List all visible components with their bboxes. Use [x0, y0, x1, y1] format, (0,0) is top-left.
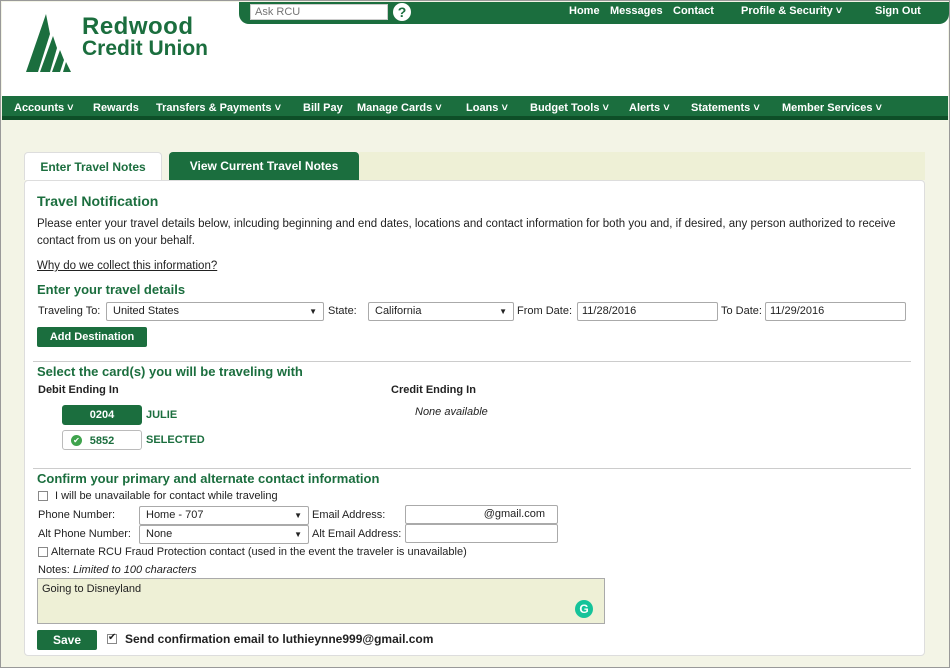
phone-value: Home - 707	[146, 509, 204, 521]
save-button[interactable]: Save	[37, 630, 97, 650]
dropdown-arrow-icon: ▼	[294, 511, 302, 520]
fraud-contact-checkbox[interactable]	[38, 547, 48, 557]
contact-heading: Confirm your primary and alternate conta…	[37, 471, 380, 486]
top-utility-bar: ? Home Messages Contact Profile & Securi…	[239, 2, 949, 24]
top-link-contact[interactable]: Contact	[673, 5, 714, 17]
tab-view-current-travel-notes[interactable]: View Current Travel Notes	[169, 152, 359, 180]
send-confirmation-label: Send confirmation email to luthieynne999…	[125, 632, 434, 646]
unavailable-checkbox[interactable]	[38, 491, 48, 501]
send-confirmation-checkbox[interactable]	[107, 632, 117, 644]
grammarly-icon[interactable]: G	[575, 600, 593, 618]
traveling-to-label: Traveling To:	[38, 305, 101, 317]
nav-bill-pay[interactable]: Bill Pay	[303, 102, 343, 114]
add-destination-button[interactable]: Add Destination	[37, 327, 147, 347]
travel-notes-panel: Travel Notification Please enter your tr…	[24, 180, 925, 656]
nav-member-services[interactable]: Member Services ˅	[782, 102, 882, 114]
unavailable-label: I will be unavailable for contact while …	[55, 490, 278, 502]
from-date-label: From Date:	[517, 305, 573, 317]
card-number: 5852	[89, 435, 115, 447]
credit-header: Credit Ending In	[391, 384, 476, 396]
dropdown-arrow-icon: ▼	[309, 307, 317, 316]
alt-phone-label: Alt Phone Number:	[38, 528, 131, 540]
nav-alerts[interactable]: Alerts ˅	[629, 102, 670, 114]
top-link-messages[interactable]: Messages	[610, 5, 663, 17]
nav-manage-cards[interactable]: Manage Cards ˅	[357, 102, 442, 114]
from-date-input[interactable]: 11/28/2016	[577, 302, 718, 321]
phone-select[interactable]: Home - 707 ▼	[139, 506, 309, 525]
divider	[33, 361, 911, 362]
notes-hint: Limited to 100 characters	[73, 564, 197, 576]
dropdown-arrow-icon: ▼	[294, 530, 302, 539]
brand-logo[interactable]: Redwood Credit Union	[26, 14, 236, 74]
brand-name-line2: Credit Union	[82, 37, 208, 60]
tab-enter-travel-notes[interactable]: Enter Travel Notes	[24, 152, 162, 180]
nav-rewards[interactable]: Rewards	[93, 102, 139, 114]
email-input[interactable]: @gmail.com	[405, 505, 558, 524]
why-collect-link[interactable]: Why do we collect this information?	[37, 260, 217, 272]
alt-email-input[interactable]	[405, 524, 558, 543]
divider	[33, 468, 911, 469]
app-frame: Redwood Credit Union ? Home Messages Con…	[0, 0, 950, 668]
alt-phone-select[interactable]: None ▼	[139, 525, 309, 544]
top-link-home[interactable]: Home	[569, 5, 600, 17]
nav-accounts[interactable]: Accounts ˅	[14, 102, 74, 114]
debit-card-0204[interactable]: 0204	[62, 405, 142, 425]
intro-text: Please enter your travel details below, …	[37, 218, 896, 247]
state-select[interactable]: California ▼	[368, 302, 514, 321]
page-title: Travel Notification	[37, 193, 159, 209]
credit-none-available: None available	[415, 406, 488, 418]
main-nav: Accounts ˅ Rewards Transfers & Payments …	[2, 96, 948, 120]
cards-heading: Select the card(s) you will be traveling…	[37, 364, 303, 379]
traveling-to-value: United States	[113, 305, 180, 317]
top-link-sign-out[interactable]: Sign Out	[875, 5, 921, 17]
to-date-input[interactable]: 11/29/2016	[765, 302, 906, 321]
brand-name-line1: Redwood	[82, 13, 194, 40]
nav-statements[interactable]: Statements ˅	[691, 102, 760, 114]
state-value: California	[375, 305, 422, 317]
phone-label: Phone Number:	[38, 509, 116, 521]
notes-label: Notes:	[38, 564, 70, 576]
alt-phone-value: None	[146, 528, 173, 540]
top-link-profile-security[interactable]: Profile & Security ˅	[741, 5, 842, 17]
nav-budget-tools[interactable]: Budget Tools ˅	[530, 102, 609, 114]
nav-transfers-payments[interactable]: Transfers & Payments ˅	[156, 102, 281, 114]
to-date-label: To Date:	[721, 305, 762, 317]
card-status: SELECTED	[146, 434, 205, 446]
ask-rcu-search-input[interactable]	[250, 4, 388, 20]
header: Redwood Credit Union ? Home Messages Con…	[2, 2, 949, 96]
fraud-contact-label: Alternate RCU Fraud Protection contact (…	[51, 546, 467, 558]
notes-textarea[interactable]: Going to Disneyland	[37, 578, 605, 624]
tree-logo-icon	[26, 14, 71, 72]
debit-card-5852[interactable]: ✔ 5852	[62, 430, 142, 450]
card-status: JULIE	[146, 409, 178, 421]
dropdown-arrow-icon: ▼	[499, 307, 507, 316]
card-number: 0204	[89, 409, 115, 421]
help-icon[interactable]: ?	[393, 3, 411, 21]
nav-loans[interactable]: Loans ˅	[466, 102, 508, 114]
traveling-to-select[interactable]: United States ▼	[106, 302, 324, 321]
tab-strip	[359, 152, 925, 180]
email-label: Email Address:	[312, 509, 386, 521]
check-circle-icon: ✔	[71, 435, 82, 446]
travel-details-heading: Enter your travel details	[37, 282, 186, 297]
debit-header: Debit Ending In	[38, 384, 119, 396]
alt-email-label: Alt Email Address:	[312, 528, 402, 540]
state-label: State:	[328, 305, 357, 317]
